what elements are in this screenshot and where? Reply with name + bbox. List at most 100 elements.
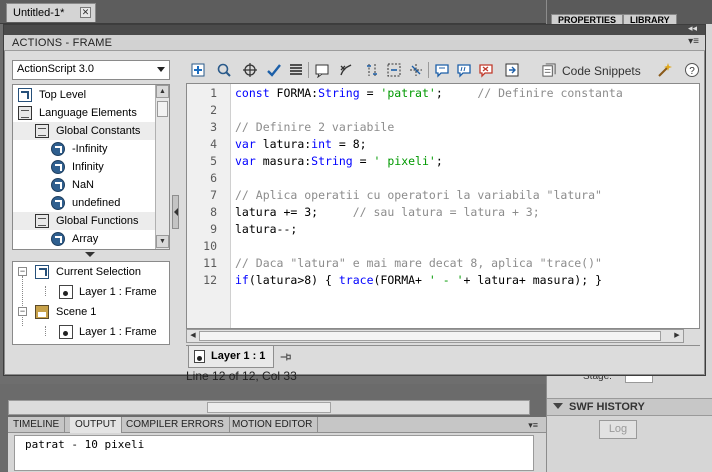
nav-current-selection[interactable]: − Current Selection (13, 263, 155, 281)
tab-output[interactable]: OUTPUT (70, 417, 123, 433)
tree-item-language-elements[interactable]: Language Elements (13, 104, 155, 122)
code-line[interactable]: const FORMA:String = 'patrat'; // Defini… (235, 86, 623, 100)
panel-menu-icon[interactable]: ▾≡ (528, 420, 538, 431)
log-button[interactable]: Log (599, 420, 637, 439)
right-panel-tabs: PROPERTIES LIBRARY (547, 0, 712, 26)
window-titlebar[interactable]: ACTIONS - FRAME ▾≡ (4, 35, 705, 51)
code-snippets-button[interactable]: Code Snippets (542, 60, 641, 82)
scroll-thumb[interactable] (199, 331, 661, 341)
pane-splitter[interactable] (12, 251, 170, 259)
tree-item-neg-infinity[interactable]: -Infinity (13, 140, 155, 158)
window-grip[interactable]: ◂◂ (4, 23, 705, 35)
tree-item-top-level[interactable]: Top Level (13, 86, 155, 104)
line-number: 9 (210, 222, 217, 236)
help-icon[interactable]: ? (684, 62, 700, 78)
line-number-gutter: 1 2 3 4 5 6 7 8 9 10 11 12 (187, 84, 231, 328)
code-token: // Definire 2 variabile (235, 120, 395, 134)
script-tab-layer1[interactable]: Layer 1 : 1 (188, 346, 274, 368)
collapse-icon[interactable]: − (18, 267, 27, 276)
scroll-up-icon[interactable]: ▲ (156, 85, 169, 98)
code-line[interactable]: if(latura>8) { trace(FORMA+ ' - '+ latur… (235, 273, 602, 287)
line-number: 7 (210, 188, 217, 202)
toolbox-scrollbar[interactable]: ▲ ▼ (155, 85, 169, 249)
code-token: if (235, 273, 249, 287)
tree-item-array[interactable]: Array (13, 230, 155, 248)
code-token: latura: (255, 137, 312, 151)
code-token: trace (338, 273, 374, 287)
apply-line-comment-icon[interactable] (456, 62, 472, 78)
scroll-down-icon[interactable]: ▼ (156, 235, 169, 248)
document-tab[interactable]: Untitled-1* ✕ (6, 3, 96, 22)
code-hint-icon[interactable] (314, 62, 330, 78)
frame-icon (59, 285, 73, 299)
code-line[interactable]: // Aplica operatii cu operatori la varia… (235, 188, 602, 202)
collapse-icon[interactable]: − (18, 307, 27, 316)
toolbar-separator (308, 62, 309, 78)
snippets-icon (542, 63, 557, 78)
close-tab-icon[interactable]: ✕ (80, 7, 91, 18)
check-syntax-icon[interactable] (266, 62, 282, 78)
language-select[interactable]: ActionScript 3.0 (12, 60, 170, 80)
code-line[interactable]: // Definire 2 variabile (235, 120, 394, 134)
script-assist-icon[interactable] (656, 62, 672, 78)
target-icon[interactable] (242, 62, 258, 78)
selection-icon (35, 265, 49, 279)
debug-options-icon[interactable] (338, 62, 354, 78)
panel-menu-icon[interactable]: ▾≡ (688, 36, 699, 47)
show-hide-toolbox-icon[interactable] (504, 62, 520, 78)
collapse-selection-icon[interactable] (386, 62, 402, 78)
code-line[interactable]: latura += 3; // sau latura = latura + 3; (235, 205, 540, 219)
line-number: 4 (210, 137, 217, 151)
scroll-right-icon[interactable]: ▶ (671, 330, 683, 342)
code-line[interactable]: latura--; (235, 222, 297, 236)
frame-icon (194, 350, 205, 363)
script-editor[interactable]: 1 2 3 4 5 6 7 8 9 10 11 12 const FORMA:String = 'pa… (186, 83, 700, 329)
find-icon[interactable] (216, 62, 232, 78)
line-number: 3 (210, 120, 217, 134)
line-number: 1 (210, 86, 217, 100)
tab-compiler-errors[interactable]: COMPILER ERRORS (121, 417, 230, 433)
timeline-scrollbar[interactable] (8, 400, 530, 415)
nav-scene[interactable]: − Scene 1 (13, 303, 155, 321)
collapse-braces-icon[interactable] (364, 62, 380, 78)
scroll-left-icon[interactable]: ◀ (187, 330, 199, 342)
tree-item-global-constants[interactable]: Global Constants (13, 122, 155, 140)
tree-item-global-functions[interactable]: Global Functions (13, 212, 155, 230)
code-line[interactable]: // Daca "latura" e mai mare decat 8, apl… (235, 256, 602, 270)
code-token: FORMA: (269, 86, 319, 100)
swf-history-title: SWF HISTORY (569, 401, 645, 413)
code-token: var (235, 137, 256, 151)
pin-script-icon[interactable] (278, 350, 292, 364)
frame-icon (59, 325, 73, 339)
tree-item-infinity[interactable]: Infinity (13, 158, 155, 176)
apply-comment-icon[interactable] (434, 62, 450, 78)
auto-format-icon[interactable] (288, 62, 304, 78)
code-token: ' pixeli' (373, 154, 436, 168)
scroll-thumb[interactable] (157, 101, 168, 117)
code-token: masura: (255, 154, 312, 168)
code-token: // Definire constanta (477, 86, 623, 100)
code-token: = 8; (331, 137, 367, 151)
nav-layer-frame[interactable]: Layer 1 : Frame (13, 323, 157, 341)
code-token: int (311, 137, 332, 151)
editor-hscrollbar[interactable]: ◀ ▶ (186, 329, 684, 343)
tab-motion-editor[interactable]: MOTION EDITOR (227, 417, 319, 433)
tree-item-nan[interactable]: NaN (13, 176, 155, 194)
code-token: String (311, 154, 353, 168)
expand-all-icon[interactable] (408, 62, 424, 78)
collapse-left-pane-handle[interactable] (172, 195, 179, 229)
code-line[interactable]: var masura:String = ' pixeli'; (235, 154, 443, 168)
remove-comment-icon[interactable] (478, 62, 494, 78)
tree-item-undefined[interactable]: undefined (13, 194, 155, 212)
collapse-icon[interactable]: ◂◂ (688, 23, 697, 34)
code-token: // Daca "latura" e mai mare decat 8, apl… (235, 256, 602, 270)
document-tab-title: Untitled-1* (13, 7, 65, 19)
add-item-icon[interactable] (190, 62, 206, 78)
swf-history-header[interactable]: SWF HISTORY (547, 398, 712, 416)
tab-timeline[interactable]: TIMELINE (8, 417, 66, 433)
nav-layer-frame[interactable]: Layer 1 : Frame (13, 283, 157, 301)
scroll-thumb[interactable] (207, 402, 331, 413)
line-number: 2 (210, 103, 217, 117)
code-line[interactable]: var latura:int = 8; (235, 137, 367, 151)
output-text: patrat - 10 pixeli (14, 435, 534, 471)
